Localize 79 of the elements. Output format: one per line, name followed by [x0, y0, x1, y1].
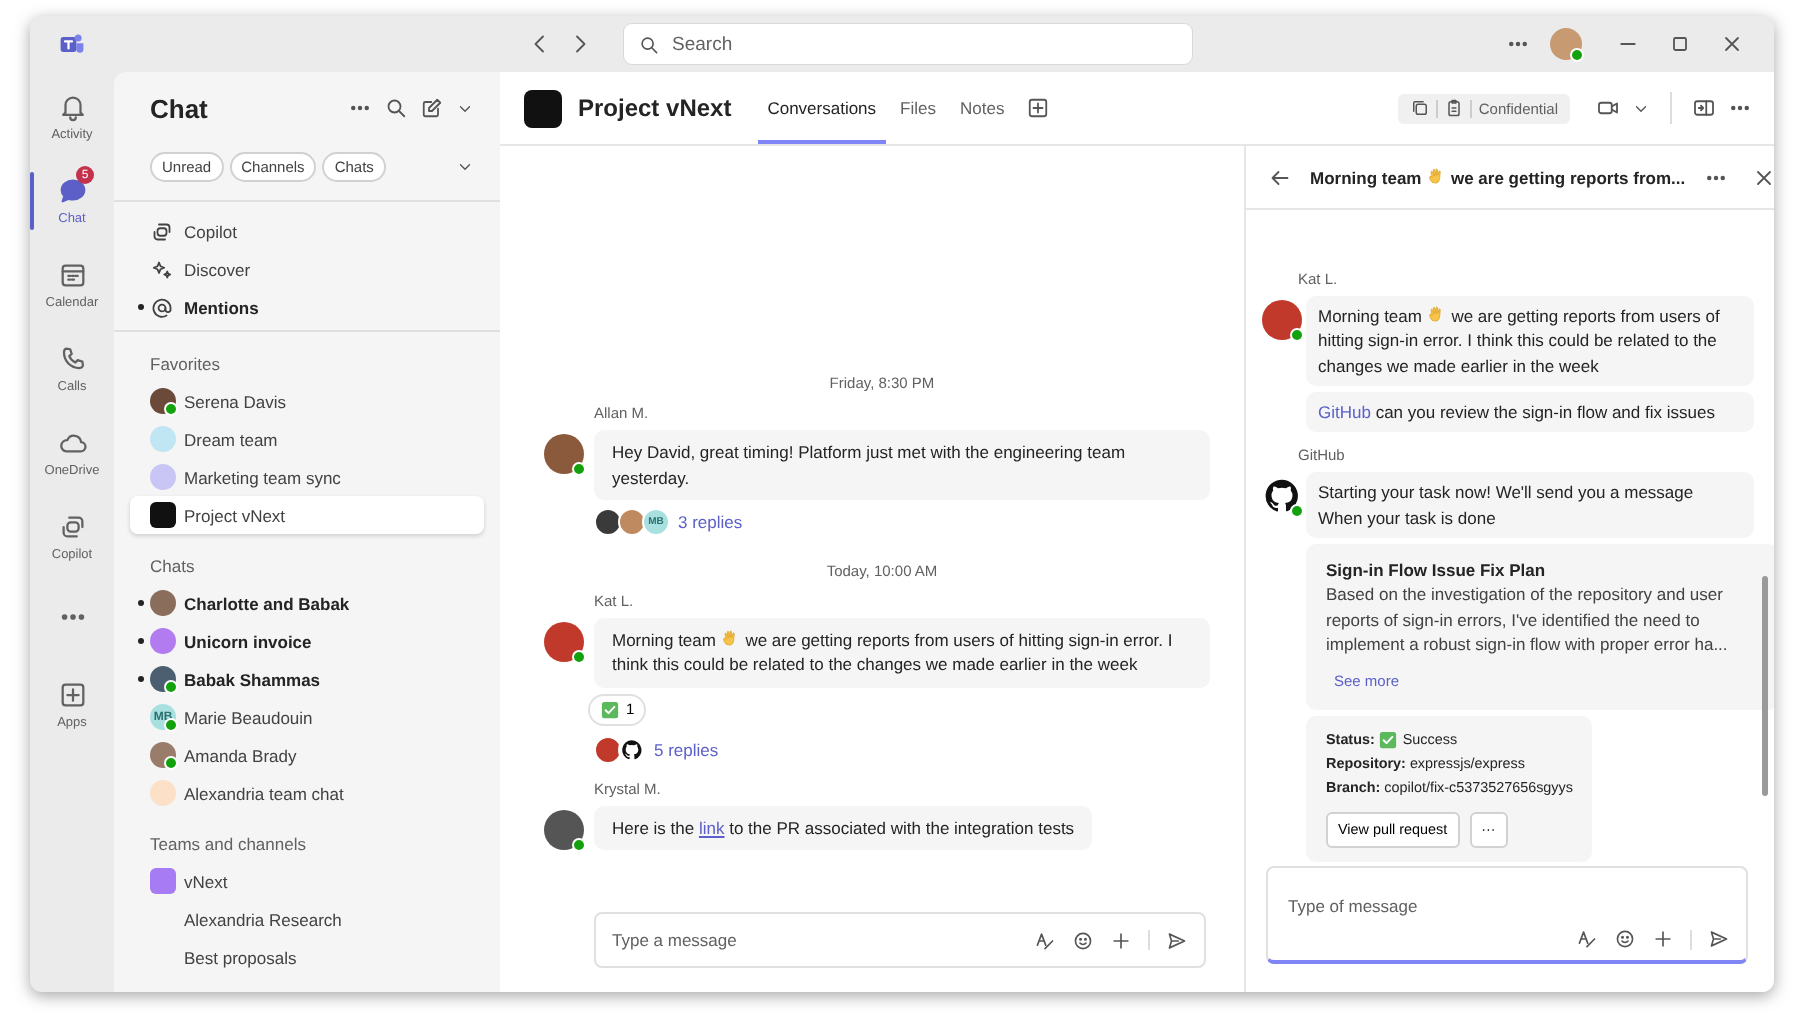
sparkle-icon [150, 257, 174, 281]
chat-list-item[interactable]: Best proposals [130, 938, 484, 976]
calendar-icon [57, 259, 87, 289]
plus-icon[interactable] [1652, 928, 1674, 950]
phone-icon [57, 343, 87, 373]
plus-square-icon [57, 679, 87, 709]
emoji-icon[interactable] [1072, 929, 1094, 951]
chat-list-item[interactable]: Mentions [130, 288, 484, 326]
message-field[interactable]: Type a message [594, 912, 1206, 968]
chat-list-item[interactable]: Alexandria Research [130, 900, 484, 938]
section-heading: Favorites [148, 352, 222, 378]
plus-square-icon[interactable] [1026, 96, 1051, 120]
chat-list-item[interactable]: Charlotte and Babak [130, 584, 484, 622]
at-sign-icon [150, 295, 174, 319]
chat-list-item[interactable]: Serena Davis [130, 382, 484, 420]
chat-list-item[interactable]: Project vNext [130, 496, 484, 534]
waving-hand-icon [1426, 304, 1447, 324]
message-input[interactable]: Type a message [612, 930, 1034, 950]
github-logo-icon [620, 737, 644, 762]
chat-list-item[interactable]: vNext [130, 862, 484, 900]
chat-list-item[interactable]: Amanda Brady [130, 736, 484, 774]
github-logo-icon [1262, 476, 1302, 517]
thread-title: Morning team we are getting reports from... [1310, 166, 1686, 188]
chat-list-item[interactable]: Discover [130, 250, 484, 288]
app-logo-icon [58, 30, 86, 58]
clipboard-icon [1444, 98, 1465, 118]
copy-icon [1410, 98, 1431, 118]
chat-list-item[interactable]: Copilot [130, 212, 484, 250]
close-icon[interactable] [1751, 165, 1774, 189]
copilot-icon [150, 219, 174, 243]
tab[interactable]: Notes [950, 72, 1015, 144]
back-arrow-icon[interactable] [1268, 165, 1292, 189]
format-icon[interactable] [1034, 929, 1056, 951]
message-field[interactable]: Type of message [1266, 866, 1748, 964]
compose-icon[interactable] [420, 96, 444, 120]
card-title: Sign-in Flow Issue Fix Plan [1326, 557, 1548, 583]
send-icon[interactable] [1708, 928, 1730, 950]
chat-list-item[interactable]: Alexandria team chat [130, 774, 484, 812]
format-icon[interactable] [1576, 928, 1598, 950]
waving-hand-icon [1426, 166, 1447, 186]
plus-icon[interactable] [1110, 929, 1132, 951]
channel-title: Project vNext [578, 94, 732, 122]
message-bubble: Starting your task now! We'll send you a message When your task is done [1306, 472, 1754, 538]
tab[interactable]: Conversations [757, 72, 887, 144]
replies-link[interactable]: 3 replies [678, 512, 743, 533]
chat-list-item[interactable]: Babak Shammas [130, 660, 484, 698]
close-icon[interactable] [1720, 32, 1744, 56]
copilot-icon [57, 511, 87, 541]
chat-list-item[interactable]: Unicorn invoice [130, 622, 484, 660]
message-bubble: Here is the link to the PR associated with the integration tests [594, 805, 1093, 850]
team-logo [524, 89, 562, 127]
link[interactable]: link [698, 817, 725, 838]
chat-list-item[interactable]: Dream team [130, 420, 484, 458]
message-bubble: Morning team we are getting reports from users of hitting sign-in error. I think this could be related to the changes we made earlier in the week [1306, 296, 1754, 386]
side-panel-icon[interactable] [1692, 96, 1716, 120]
search-icon[interactable] [384, 96, 408, 120]
check-mark-icon [600, 699, 620, 720]
chat-icon [57, 175, 87, 205]
message-bubble: Hey David, great timing! Platform just met with the engineering team yesterday. [594, 430, 1210, 501]
video-camera-icon [1596, 96, 1620, 120]
message-bubble: GitHub can you review the sign-in flow and fix issues [1306, 391, 1754, 433]
link[interactable]: GitHub [1318, 401, 1371, 422]
waving-hand-icon [720, 628, 741, 649]
panel-title: Chat [150, 93, 208, 123]
card-text: Based on the investigation of the repository and user reports of sign-in errors, I've identified the need to implement a robust sign-in flow with proper error ha... [1326, 582, 1730, 657]
search-icon [638, 33, 660, 55]
message-bubble: Morning team we are getting reports from users of hitting sign-in error. I think this could be related to the changes we made earlier in the week [594, 618, 1210, 688]
scrollbar[interactable] [1762, 576, 1768, 796]
chat-list-item[interactable]: Marketing team sync [130, 458, 484, 496]
tab[interactable]: Files [890, 72, 946, 144]
search-field[interactable]: Search [624, 24, 1192, 64]
section-heading: Chats [148, 554, 197, 580]
bell-icon [57, 91, 87, 121]
replies-link[interactable]: 5 replies [654, 739, 719, 760]
emoji-icon[interactable] [1614, 928, 1636, 950]
send-icon[interactable] [1166, 929, 1188, 951]
maximize-icon[interactable] [1668, 32, 1692, 56]
message-input[interactable]: Type of message [1288, 884, 1730, 928]
section-heading: Teams and channels [148, 832, 308, 858]
